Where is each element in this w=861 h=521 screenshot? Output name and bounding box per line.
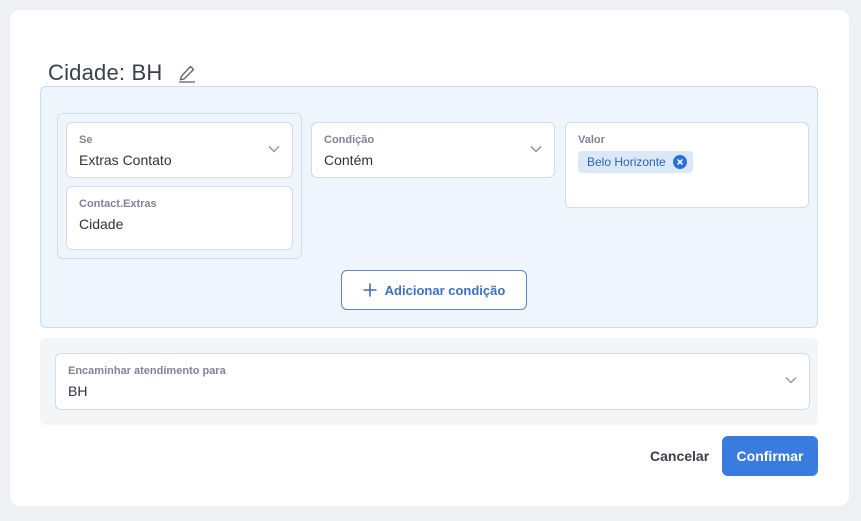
condicao-value: Contém: [324, 152, 374, 168]
contact-extras-field[interactable]: Contact.Extras Cidade: [66, 186, 293, 250]
contact-extras-label: Contact.Extras: [79, 198, 157, 210]
condition-box: Se Extras Contato Contact.Extras Cidade …: [40, 86, 818, 328]
se-select[interactable]: Se Extras Contato: [66, 122, 293, 178]
se-value: Extras Contato: [79, 152, 172, 168]
valor-label: Valor: [578, 134, 605, 146]
rule-editor-card: Cidade: BH Se Extras Contato Contact.Ext…: [10, 10, 849, 506]
contact-extras-value: Cidade: [79, 216, 124, 232]
value-chip: Belo Horizonte: [578, 151, 693, 173]
route-value: BH: [68, 383, 88, 399]
se-label: Se: [79, 134, 93, 146]
route-section: Encaminhar atendimento para BH: [40, 338, 818, 425]
condicao-label: Condição: [324, 134, 375, 146]
route-label: Encaminhar atendimento para: [68, 365, 226, 377]
chevron-down-icon: [268, 146, 280, 153]
chevron-down-icon: [785, 377, 797, 384]
add-condition-label: Adicionar condição: [384, 282, 506, 298]
chip-label: Belo Horizonte: [587, 155, 666, 169]
title-row: Cidade: BH: [48, 60, 197, 86]
remove-chip-icon[interactable]: [672, 155, 687, 169]
route-select[interactable]: Encaminhar atendimento para BH: [55, 353, 810, 410]
pencil-icon[interactable]: [177, 63, 197, 83]
add-condition-button[interactable]: Adicionar condição: [341, 270, 527, 310]
confirm-button[interactable]: Confirmar: [722, 436, 818, 476]
cancel-button[interactable]: Cancelar: [644, 436, 715, 476]
condicao-select[interactable]: Condição Contém: [311, 122, 555, 178]
valor-field[interactable]: Valor Belo Horizonte: [565, 122, 809, 208]
rule-title: Cidade: BH: [48, 60, 163, 85]
field-group: Se Extras Contato Contact.Extras Cidade: [57, 113, 302, 259]
plus-icon: [363, 283, 377, 297]
chevron-down-icon: [530, 146, 542, 153]
